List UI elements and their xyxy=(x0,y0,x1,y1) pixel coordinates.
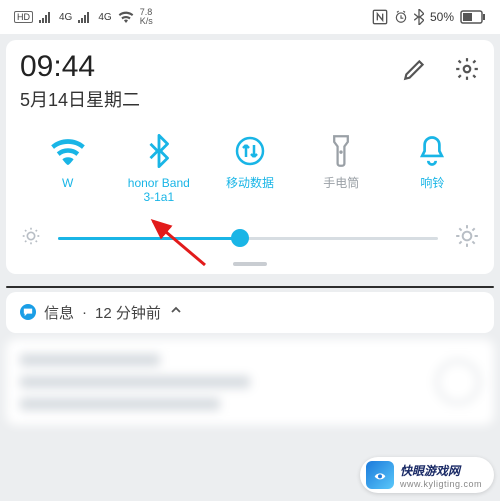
action-circle-icon xyxy=(436,360,480,404)
edit-button[interactable] xyxy=(402,56,428,87)
brightness-low-icon xyxy=(20,225,42,252)
status-left: HD 4G 4G 7.8K/s xyxy=(14,8,153,26)
carrier-1-label: 4G xyxy=(59,12,72,23)
notification-time: 12 分钟前 xyxy=(95,302,161,323)
messages-app-icon xyxy=(20,304,36,320)
hd-badge: HD xyxy=(14,11,33,23)
time-label: 09:44 xyxy=(20,50,140,84)
watermark: 快眼游戏网 www.kyligting.com xyxy=(360,457,494,493)
wifi-label: W xyxy=(62,176,73,204)
ringer-toggle[interactable]: 响铃 xyxy=(387,134,478,205)
status-bar: HD 4G 4G 7.8K/s 50% xyxy=(0,0,500,34)
collapse-icon[interactable] xyxy=(169,303,183,321)
brightness-slider[interactable] xyxy=(58,228,438,248)
watermark-title: 快眼游戏网 xyxy=(400,462,482,479)
bell-icon xyxy=(415,134,449,168)
signal-2-icon xyxy=(78,11,92,23)
date-label: 5月14日星期二 xyxy=(20,86,140,112)
net-speed: 7.8K/s xyxy=(140,8,153,26)
brightness-high-icon xyxy=(454,223,480,254)
settings-button[interactable] xyxy=(454,56,480,87)
battery-icon xyxy=(460,10,486,24)
watermark-logo-icon xyxy=(366,461,394,489)
carrier-2-label: 4G xyxy=(98,12,111,23)
wifi-icon xyxy=(51,134,85,168)
flashlight-toggle[interactable]: 手电筒 xyxy=(296,134,387,205)
ringer-label: 响铃 xyxy=(420,176,444,204)
notification-app-label: 信息 xyxy=(44,302,74,323)
flashlight-icon xyxy=(324,134,358,168)
notification-body-blurred xyxy=(6,339,494,425)
notification-sep: · xyxy=(82,304,87,321)
mobile-data-icon xyxy=(233,134,267,168)
mobile-data-toggle[interactable]: 移动数据 xyxy=(204,134,295,205)
clock-block: 09:44 5月14日星期二 xyxy=(20,50,140,112)
quick-settings-panel: 09:44 5月14日星期二 W honor Band 3-1a1 xyxy=(6,40,494,274)
bluetooth-icon xyxy=(142,134,176,168)
panel-drag-handle[interactable] xyxy=(233,262,267,266)
signal-1-icon xyxy=(39,11,53,23)
notification-header[interactable]: 信息 · 12 分钟前 xyxy=(6,292,494,333)
watermark-sub: www.kyligting.com xyxy=(400,479,482,489)
wifi-toggle[interactable]: W xyxy=(22,134,113,205)
wifi-status-icon xyxy=(118,11,134,23)
bluetooth-status-icon xyxy=(414,9,424,25)
brightness-row xyxy=(20,223,480,254)
status-right: 50% xyxy=(372,9,486,25)
battery-label: 50% xyxy=(430,10,454,24)
nfc-icon xyxy=(372,9,388,25)
section-divider xyxy=(6,286,494,288)
bluetooth-label: honor Band 3-1a1 xyxy=(128,176,190,205)
bluetooth-toggle[interactable]: honor Band 3-1a1 xyxy=(113,134,204,205)
flashlight-label: 手电筒 xyxy=(323,176,359,204)
mobile-data-label: 移动数据 xyxy=(226,176,274,204)
quick-toggles: W honor Band 3-1a1 移动数据 手电筒 响铃 xyxy=(20,134,480,205)
alarm-icon xyxy=(394,10,408,24)
